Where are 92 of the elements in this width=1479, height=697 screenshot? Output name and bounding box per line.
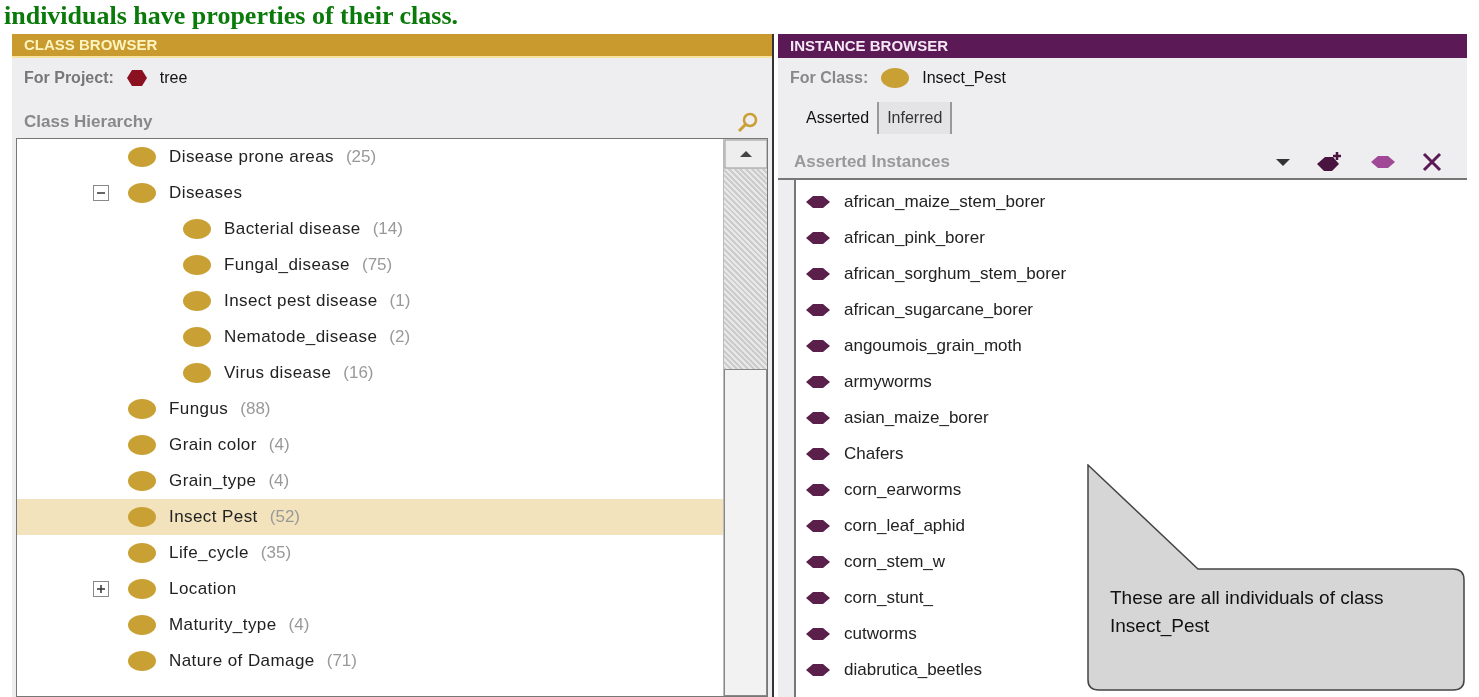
instance-item[interactable]: african_maize_stem_borer xyxy=(796,184,1050,220)
instance-item[interactable]: african_pink_borer xyxy=(796,220,989,256)
instance-count: (4) xyxy=(268,434,290,457)
class-icon xyxy=(127,146,157,168)
instance-item[interactable]: corn_leaf_aphid xyxy=(796,508,969,544)
class-name: Nature of Damage xyxy=(169,650,315,673)
tree-row[interactable]: Virus disease (16) xyxy=(17,355,723,391)
tree-row[interactable]: Life_cycle (35) xyxy=(17,535,723,571)
tree-row[interactable]: Grain_type (4) xyxy=(17,463,723,499)
callout-text: These are all individuals of class Insect_Pest xyxy=(1110,586,1385,639)
class-name: Nematode_disease xyxy=(224,326,378,349)
instance-count: (4) xyxy=(268,470,290,493)
project-icon xyxy=(125,69,148,87)
instance-item[interactable]: diabrutica_beetles xyxy=(796,652,986,688)
tab[interactable]: Inferred xyxy=(879,102,953,134)
class-name: Fungal_disease xyxy=(224,254,350,277)
tree-row[interactable]: Diseases xyxy=(17,175,723,211)
panel-title: CLASS BROWSER xyxy=(12,34,772,58)
project-label: For Project: xyxy=(24,68,114,88)
instance-count: (16) xyxy=(343,362,374,385)
tree-row[interactable]: Nature of Damage (71) xyxy=(17,643,723,679)
class-icon xyxy=(182,254,212,276)
instance-item[interactable]: Chafers xyxy=(796,436,908,472)
instance-item[interactable]: corn_stunt_ xyxy=(796,580,937,616)
class-icon xyxy=(127,542,157,564)
class-name: Grain_type xyxy=(169,470,257,493)
scroll-thumb[interactable] xyxy=(724,369,767,696)
class-icon xyxy=(127,182,157,204)
class-name: Life_cycle xyxy=(169,542,249,565)
class-icon xyxy=(127,578,157,600)
class-icon xyxy=(127,650,157,672)
tree-row[interactable]: Disease prone areas (25) xyxy=(17,139,723,175)
class-name: Insect Pest xyxy=(169,506,258,529)
class-icon xyxy=(127,434,157,456)
class-icon xyxy=(127,614,157,636)
tree-row[interactable]: Maturity_type (4) xyxy=(17,607,723,643)
instance-item[interactable]: corn_earworms xyxy=(796,472,966,508)
slide-heading: individuals have properties of their class. xyxy=(3,0,460,32)
scrollbar[interactable] xyxy=(723,139,767,696)
instance-item[interactable]: corn_stem_w xyxy=(796,544,950,580)
class-name: Insect_Pest xyxy=(922,68,1006,88)
instance-count: (75) xyxy=(362,254,393,277)
class-name: Location xyxy=(169,578,237,601)
instance-item[interactable]: african_sugarcane_borer xyxy=(796,292,1037,328)
section-label: Class Hierarchy xyxy=(24,110,153,133)
instance-count: (25) xyxy=(345,146,377,169)
panel-title: INSTANCE BROWSER xyxy=(778,34,1467,58)
tree-row[interactable]: Fungus (88) xyxy=(17,391,723,427)
class-icon xyxy=(127,398,157,420)
instance-item[interactable]: african_sorghum_stem_borer xyxy=(796,256,1071,292)
class-name: Insect pest disease xyxy=(224,290,378,313)
tree-row[interactable]: Nematode_disease (2) xyxy=(17,319,723,355)
class-icon xyxy=(182,290,212,312)
instance-count: (4) xyxy=(288,614,310,637)
instance-item[interactable]: asian_maize_borer xyxy=(796,400,993,436)
instance-item[interactable]: angoumois_grain_moth xyxy=(796,328,1026,364)
instance-count: (14) xyxy=(372,218,403,241)
instance-count: (1) xyxy=(389,290,411,313)
tree-row[interactable]: Grain color (4) xyxy=(17,427,723,463)
delete-icon[interactable] xyxy=(1421,151,1443,173)
class-name: Fungus xyxy=(169,398,229,421)
class-icon xyxy=(127,506,157,528)
class-icon xyxy=(880,67,911,89)
tree-row[interactable]: Insect Pest (52) xyxy=(17,499,723,535)
class-icon xyxy=(182,362,212,384)
instance-count: (71) xyxy=(326,650,357,673)
dropdown-icon[interactable] xyxy=(1275,157,1291,167)
class-name: Diseases xyxy=(169,182,243,205)
class-icon xyxy=(182,326,212,348)
tree-row[interactable]: Fungal_disease (75) xyxy=(17,247,723,283)
class-name: Grain color xyxy=(169,434,257,457)
expand-icon[interactable] xyxy=(93,581,109,597)
class-name: Bacterial disease xyxy=(224,218,361,241)
instance-count: (88) xyxy=(240,398,271,421)
class-name: Disease prone areas xyxy=(169,146,334,169)
class-name: Virus disease xyxy=(224,362,332,385)
tree-row[interactable]: Insect pest disease (1) xyxy=(17,283,723,319)
instance-count: (2) xyxy=(389,326,411,349)
instance-count: (52) xyxy=(269,506,300,529)
class-label: For Class: xyxy=(790,68,869,88)
tree-row[interactable]: Location xyxy=(17,571,723,607)
instance-item[interactable]: armyworms xyxy=(796,364,936,400)
section-label: Asserted Instances xyxy=(794,150,950,173)
collapse-icon[interactable] xyxy=(93,185,109,201)
class-name: Maturity_type xyxy=(169,614,277,637)
class-icon xyxy=(127,470,157,492)
instance-count: (35) xyxy=(260,542,292,565)
scroll-up-icon[interactable] xyxy=(724,139,767,169)
tree-row[interactable]: Bacterial disease (14) xyxy=(17,211,723,247)
class-icon xyxy=(182,218,212,240)
project-name: tree xyxy=(159,68,188,88)
instance-item[interactable]: cutworms xyxy=(796,616,921,652)
